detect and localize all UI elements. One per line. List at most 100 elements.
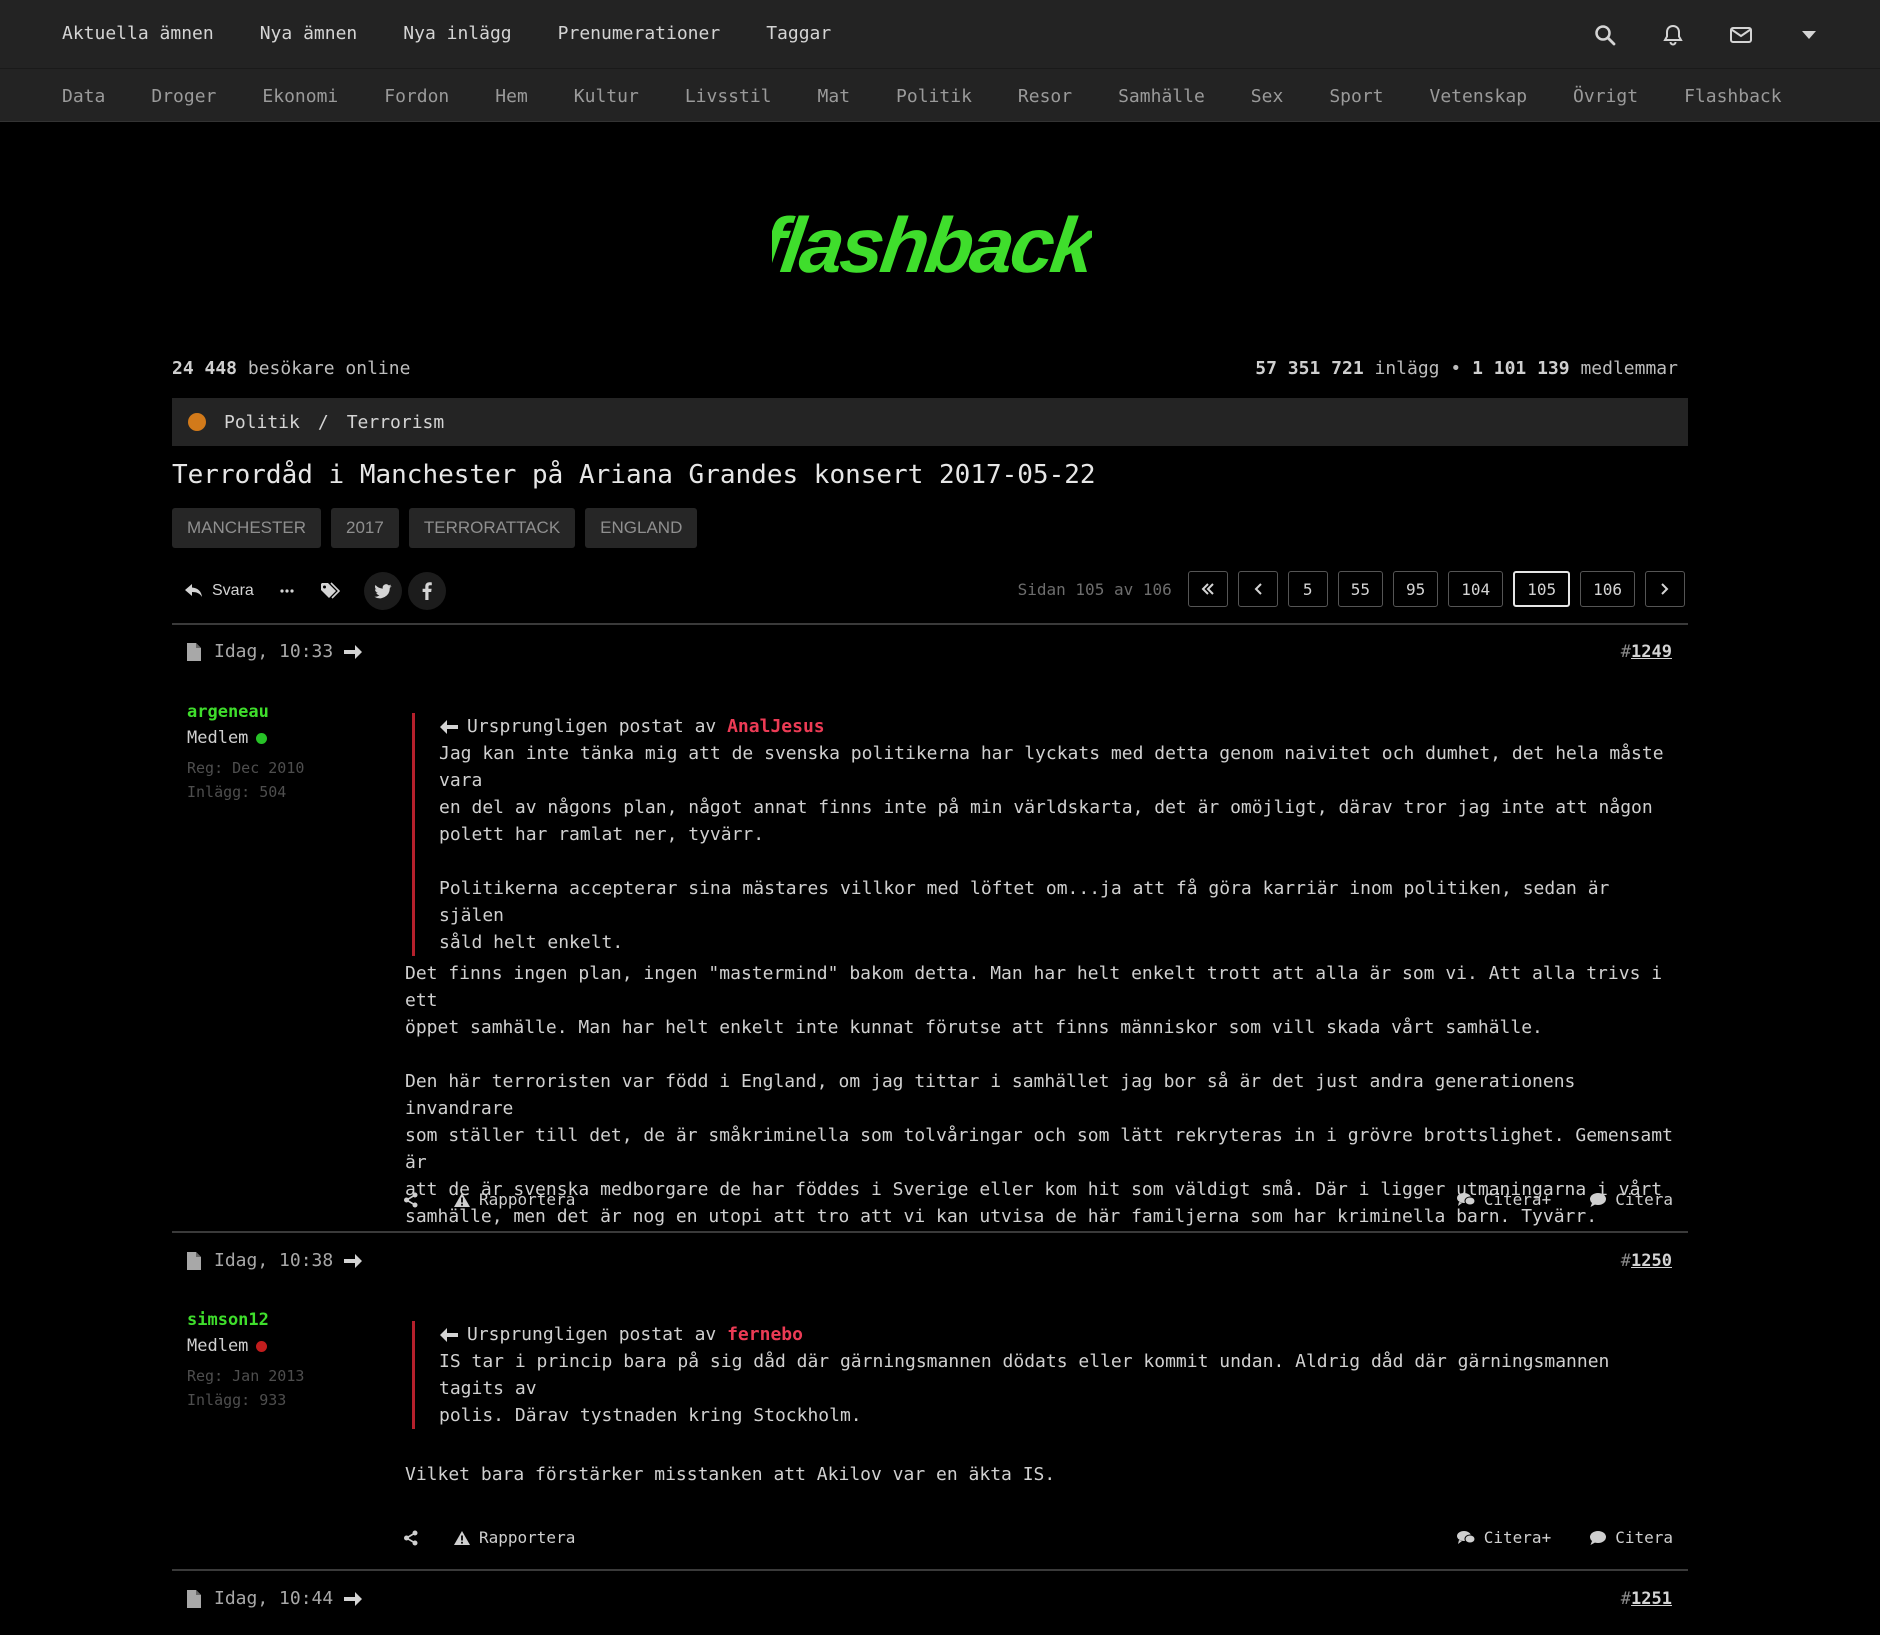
tags-button[interactable] <box>320 582 340 600</box>
report-button[interactable]: Rapportera <box>453 1528 575 1547</box>
visitors-online: 24 448 besökare online <box>172 358 411 379</box>
tag-2017[interactable]: 2017 <box>331 508 399 548</box>
username[interactable]: argeneau <box>187 702 304 722</box>
chevron-right-icon <box>1661 583 1669 595</box>
multi-quote-button[interactable]: Citera+ <box>1456 1190 1551 1209</box>
bell-icon[interactable] <box>1658 20 1688 50</box>
twitter-share-button[interactable] <box>363 572 402 610</box>
breadcrumb-separator: / <box>317 411 329 433</box>
breadcrumb: Politik / Terrorism <box>172 398 1688 446</box>
caret-down-icon[interactable] <box>1794 20 1824 50</box>
multi-quote-button[interactable]: Citera+ <box>1456 1528 1551 1547</box>
share-button[interactable] <box>403 1192 419 1208</box>
nav-nya-amnen[interactable]: Nya ämnen <box>260 22 358 46</box>
category-mat[interactable]: Mat <box>818 85 851 109</box>
category-sex[interactable]: Sex <box>1251 85 1284 109</box>
post-number: #1250 <box>1620 1251 1672 1271</box>
body-line: Vilket bara förstärker misstanken att Ak… <box>405 1464 1056 1485</box>
category-livsstil[interactable]: Livsstil <box>685 85 772 109</box>
post-link-1250[interactable]: 1250 <box>1631 1251 1672 1271</box>
quote-button[interactable]: Citera <box>1589 1190 1673 1209</box>
category-politik[interactable]: Politik <box>896 85 972 109</box>
share-button[interactable] <box>403 1530 419 1546</box>
breadcrumb-terrorism[interactable]: Terrorism <box>347 412 445 433</box>
tag-england[interactable]: ENGLAND <box>585 508 698 548</box>
post-time: Idag, 10:44 <box>214 1588 334 1609</box>
user-postcount: Inlägg: 933 <box>187 1391 287 1409</box>
category-ekonomi[interactable]: Ekonomi <box>262 85 338 109</box>
post-link-1251[interactable]: 1251 <box>1631 1589 1672 1609</box>
warning-icon <box>454 1192 470 1207</box>
post-header: Idag, 10:33 <box>186 641 363 662</box>
divider <box>172 1231 1688 1233</box>
comments-icon <box>1456 1530 1476 1544</box>
pagination: Sidan 105 av 106 5 55 95 104 105 106 <box>1018 571 1685 607</box>
first-page-button[interactable] <box>1187 571 1228 607</box>
report-button[interactable]: Rapportera <box>453 1190 575 1209</box>
tag-manchester[interactable]: MANCHESTER <box>172 508 322 548</box>
double-chevron-left-icon <box>1201 583 1214 595</box>
top-icons <box>1590 20 1824 50</box>
category-hem[interactable]: Hem <box>495 85 528 109</box>
category-resor[interactable]: Resor <box>1018 85 1072 109</box>
quote-button[interactable]: Citera <box>1589 1528 1673 1547</box>
post-number: #1249 <box>1620 642 1672 662</box>
post-link-1249[interactable]: 1249 <box>1631 642 1672 662</box>
quote-line: IS tar i princip bara på sig dåd där gär… <box>439 1351 1610 1399</box>
category-data[interactable]: Data <box>62 85 105 109</box>
more-options-button[interactable] <box>280 589 294 593</box>
quote-author[interactable]: fernebo <box>727 1321 803 1348</box>
breadcrumb-politik[interactable]: Politik <box>224 412 300 433</box>
category-kultur[interactable]: Kultur <box>574 85 639 109</box>
quote-header: Ursprungligen postat av AnalJesus <box>439 713 1672 740</box>
document-icon <box>187 642 201 661</box>
user-meta: Reg: Dec 2010 Inlägg: 504 <box>187 756 304 804</box>
quote-author[interactable]: AnalJesus <box>727 713 825 740</box>
flashback-logo[interactable]: flashback <box>772 200 1092 290</box>
document-icon <box>187 1251 201 1270</box>
user-reg: Reg: Jan 2013 <box>187 1367 305 1385</box>
mail-icon[interactable] <box>1726 20 1756 50</box>
arrow-right-icon <box>344 1591 363 1606</box>
category-ovrigt[interactable]: Övrigt <box>1573 85 1638 109</box>
quote-line: Politikerna accepterar sina mästares vil… <box>439 878 1610 926</box>
nav-taggar[interactable]: Taggar <box>766 22 831 46</box>
search-icon[interactable] <box>1590 20 1620 50</box>
twitter-icon <box>374 583 392 598</box>
nav-nya-inlagg[interactable]: Nya inlägg <box>403 22 511 46</box>
comment-icon <box>1590 1530 1607 1545</box>
page-55[interactable]: 55 <box>1337 571 1384 607</box>
next-page-button[interactable] <box>1645 571 1685 607</box>
quote-actions: Citera+ Citera <box>1456 1190 1673 1209</box>
category-sport[interactable]: Sport <box>1329 85 1383 109</box>
forum-stats: 57 351 721 inlägg • 1 101 139 medlemmar <box>1255 358 1678 379</box>
nav-aktuella-amnen[interactable]: Aktuella ämnen <box>62 22 214 46</box>
reply-button[interactable]: Svara <box>184 582 254 600</box>
category-samhalle[interactable]: Samhälle <box>1118 85 1205 109</box>
username[interactable]: simson12 <box>187 1310 304 1330</box>
thread-title: Terrordåd i Manchester på Ariana Grandes… <box>172 460 1096 490</box>
nav-prenumerationer[interactable]: Prenumerationer <box>558 22 721 46</box>
quote-actions: Citera+ Citera <box>1456 1528 1673 1547</box>
page-105-current[interactable]: 105 <box>1513 571 1571 607</box>
tags-icon <box>320 582 340 599</box>
facebook-share-button[interactable] <box>407 572 446 610</box>
prev-page-button[interactable] <box>1237 571 1278 607</box>
divider <box>172 1569 1688 1571</box>
quote-line: polett har ramlat ner, tyvärr. <box>439 824 765 845</box>
top-navbar: Aktuella ämnen Nya ämnen Nya inlägg Pren… <box>0 0 1880 68</box>
user-role: Medlem <box>187 728 304 748</box>
category-flashback[interactable]: Flashback <box>1684 85 1782 109</box>
category-fordon[interactable]: Fordon <box>384 85 449 109</box>
page-5[interactable]: 5 <box>1287 571 1328 607</box>
tag-terrorattack[interactable]: TERRORATTACK <box>408 508 576 548</box>
quote-line: en del av någons plan, något annat finns… <box>439 797 1653 818</box>
category-vetenskap[interactable]: Vetenskap <box>1430 85 1528 109</box>
page-106[interactable]: 106 <box>1580 571 1635 607</box>
online-status-dot <box>256 732 268 744</box>
user-postcount: Inlägg: 504 <box>187 783 287 801</box>
page-104[interactable]: 104 <box>1448 571 1504 607</box>
page-95[interactable]: 95 <box>1393 571 1439 607</box>
post-actions: Rapportera Citera+ Citera <box>403 1528 1673 1547</box>
category-droger[interactable]: Droger <box>151 85 216 109</box>
